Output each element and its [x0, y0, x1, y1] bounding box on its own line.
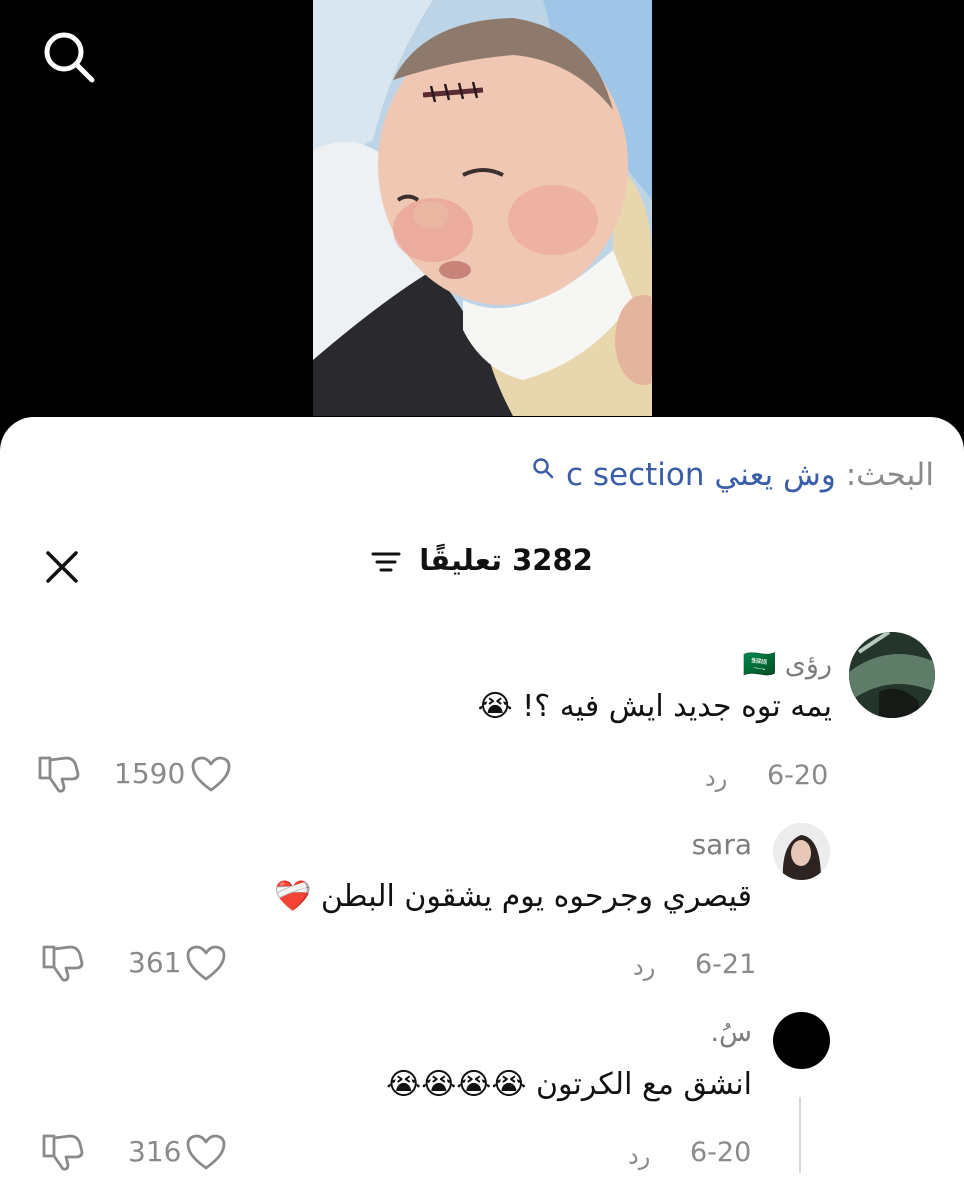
heart-icon[interactable]	[190, 755, 232, 793]
heart-icon[interactable]	[185, 1133, 227, 1171]
saudi-flag-icon: 🇸🇦	[742, 649, 777, 680]
comment-author[interactable]: sara	[692, 828, 752, 861]
like-count: 361	[128, 946, 182, 979]
comments-header: 3282 تعليقًا	[0, 543, 964, 593]
crying-emoji: 😭	[477, 689, 513, 724]
search-query-link[interactable]: وش يعني c section	[566, 457, 836, 493]
thread-divider	[799, 1097, 801, 1173]
like-count: 316	[128, 1135, 182, 1168]
search-icon[interactable]	[38, 26, 98, 86]
newborn-photo[interactable]	[313, 0, 652, 416]
author-name: رؤى	[784, 649, 832, 680]
avatar[interactable]	[773, 1012, 830, 1069]
comment-author[interactable]: رؤى 🇸🇦	[743, 648, 832, 680]
comments-sheet: البحث: وش يعني c section 3282 تعليقًا رؤ…	[0, 417, 964, 1200]
reply-button[interactable]: رد	[633, 953, 655, 981]
comment-author[interactable]: سُ.	[710, 1017, 752, 1048]
mending-heart-emoji: ❤️‍🩹	[273, 879, 312, 914]
comment-date: 6-20	[767, 760, 829, 791]
reply-button[interactable]: رد	[628, 1142, 650, 1170]
heart-icon[interactable]	[185, 944, 227, 982]
avatar[interactable]	[849, 632, 935, 718]
comment-body: انشق مع الكرتون	[535, 1067, 752, 1102]
comment-text: يمه توه جديد ايش فيه ؟! 😭	[478, 689, 832, 724]
reply-button[interactable]: رد	[705, 764, 727, 792]
comment-text: انشق مع الكرتون 😭😭😭😭	[386, 1067, 752, 1102]
search-prefix: البحث:	[845, 457, 934, 493]
comments-title-row: 3282 تعليقًا	[0, 543, 964, 577]
comment-body: قيصري وجرحوه يوم يشقون البطن	[320, 879, 752, 914]
comments-count-title: 3282 تعليقًا	[419, 543, 593, 577]
dislike-icon[interactable]	[40, 941, 86, 983]
dislike-icon[interactable]	[40, 1130, 86, 1172]
filter-icon[interactable]	[371, 549, 401, 575]
like-count: 1590	[114, 757, 186, 790]
crying-emoji: 😭😭😭😭	[386, 1067, 527, 1102]
comment-body: يمه توه جديد ايش فيه ؟!	[522, 689, 832, 724]
comment-text: قيصري وجرحوه يوم يشقون البطن ❤️‍🩹	[274, 879, 752, 914]
search-icon	[533, 458, 554, 479]
comment-date: 6-20	[690, 1137, 752, 1168]
dislike-icon[interactable]	[36, 752, 82, 794]
video-area[interactable]	[0, 0, 964, 440]
comment-date: 6-21	[695, 949, 757, 980]
avatar[interactable]	[773, 823, 830, 880]
search-suggestion[interactable]: البحث: وش يعني c section	[532, 457, 934, 493]
